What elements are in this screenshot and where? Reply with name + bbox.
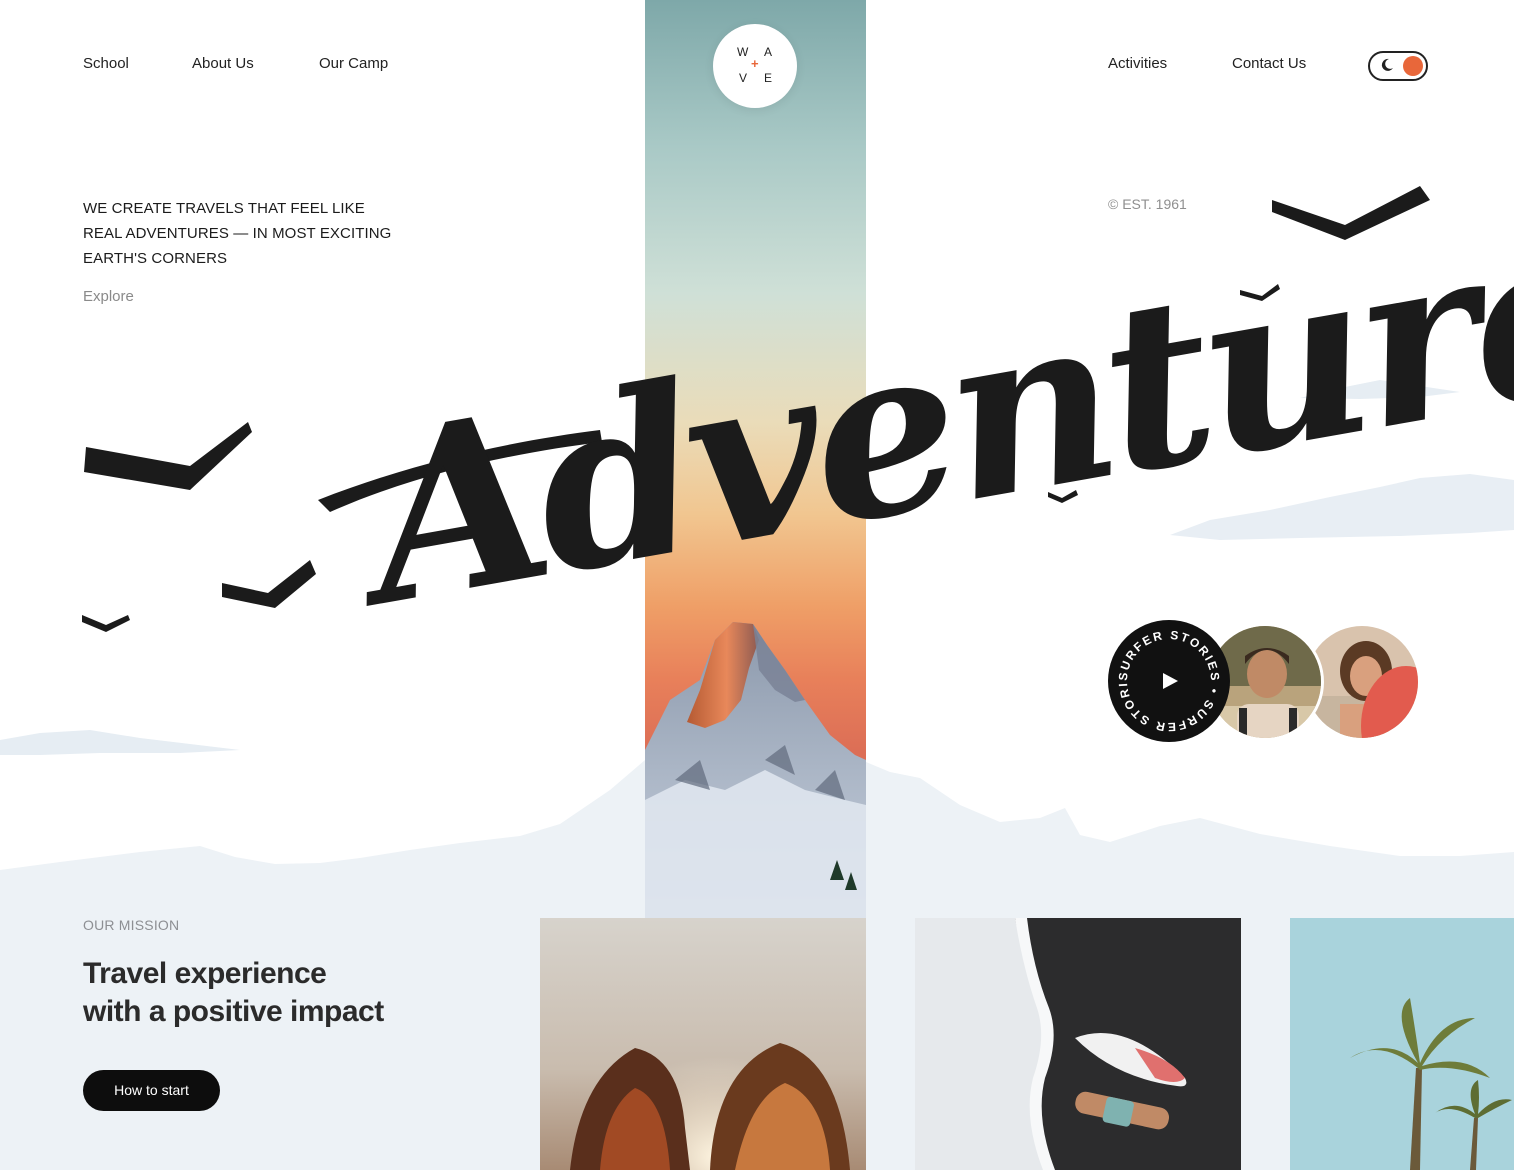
matterhorn-illustration — [645, 622, 866, 918]
nav-contact-us[interactable]: Contact Us — [1232, 55, 1306, 72]
stories-play-badge[interactable]: SURFER STORIES • SURFER STORIES • — [1103, 609, 1230, 742]
logo-letter-w: W — [737, 45, 750, 59]
logo-letter-a: A — [764, 45, 774, 59]
wave-logo[interactable]: W A + V E — [713, 24, 797, 108]
how-to-start-button[interactable]: How to start — [83, 1070, 220, 1111]
hero-image-strip — [645, 0, 866, 918]
moon-icon — [1381, 58, 1393, 71]
explore-link[interactable]: Explore — [83, 288, 134, 305]
hero-tagline: WE CREATE TRAVELS THAT FEEL LIKE REAL AD… — [83, 200, 392, 267]
logo-plus: + — [751, 56, 760, 71]
theme-toggle[interactable] — [1368, 51, 1428, 81]
photo-surfer-beach[interactable] — [915, 918, 1241, 1170]
mission-title-line2: with a positive impact — [83, 995, 384, 1028]
photo-palm-trees[interactable] — [1290, 918, 1514, 1170]
mission-label: OUR MISSION — [83, 917, 180, 933]
photo-friends-sunset[interactable] — [540, 918, 866, 1170]
logo-letter-e: E — [764, 71, 774, 85]
logo-letter-v: V — [739, 71, 749, 85]
mission-title: Travel experience with a positive impact — [83, 955, 503, 1031]
nav-our-camp[interactable]: Our Camp — [319, 55, 388, 72]
mission-title-line1: Travel experience — [83, 957, 327, 990]
nav-school[interactable]: School — [83, 55, 129, 72]
play-icon — [1163, 673, 1178, 689]
sun-icon — [1403, 56, 1423, 76]
nav-about-us[interactable]: About Us — [192, 55, 254, 72]
nav-activities[interactable]: Activities — [1108, 55, 1167, 72]
established-label: © EST. 1961 — [1108, 196, 1187, 212]
